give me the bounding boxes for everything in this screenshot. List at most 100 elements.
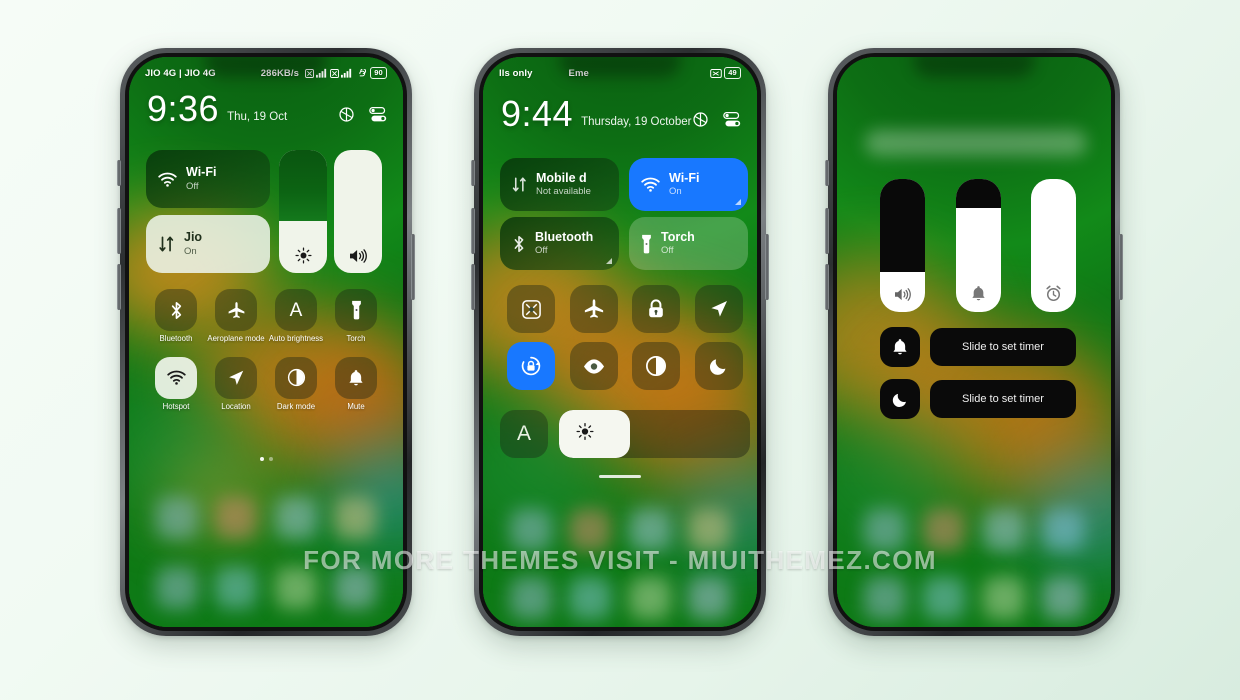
tile-title: Wi-Fi <box>669 170 700 185</box>
silent-switch[interactable] <box>471 160 475 186</box>
toggle-aeroplane-mode[interactable]: Aeroplane mode <box>206 289 266 344</box>
screenshot-icon <box>521 299 541 319</box>
dark-mode-icon <box>287 369 305 387</box>
signal-icon <box>316 68 327 78</box>
carrier-label: lls only <box>499 67 533 79</box>
torch-icon <box>351 300 361 320</box>
dnd-timer-slider[interactable]: Slide to set timer <box>930 380 1076 418</box>
tile-wifi[interactable]: Wi-Fi Off <box>146 150 270 208</box>
aeroplane-icon <box>228 301 244 318</box>
bluetooth-icon <box>171 301 181 319</box>
tile-wifi[interactable]: Wi-Fi On <box>629 158 748 211</box>
volume-up-button[interactable] <box>117 208 121 254</box>
rotation-lock-icon <box>522 356 541 376</box>
tile-subtitle: Off <box>661 245 674 257</box>
toggle-dark-mode[interactable] <box>625 342 688 390</box>
toggle-lock[interactable] <box>625 285 688 333</box>
dnd-timer-row[interactable]: Slide to set timer <box>880 379 1076 419</box>
moon-icon <box>892 393 906 407</box>
expand-corner-icon[interactable] <box>735 199 741 205</box>
sim-card-icon <box>710 68 722 78</box>
toggle-reading-mode[interactable] <box>563 342 626 390</box>
ring-volume-slider[interactable] <box>956 179 1001 312</box>
media-volume-slider[interactable] <box>880 179 925 312</box>
volume-slider[interactable] <box>334 150 382 273</box>
torch-icon <box>642 234 651 253</box>
volume-up-button[interactable] <box>825 208 829 254</box>
toggle-grid <box>500 285 750 390</box>
clock-date: Thursday, 19 October <box>581 116 692 128</box>
ring-timer-icon-button[interactable] <box>880 327 920 367</box>
expand-corner-icon[interactable] <box>606 258 612 264</box>
tile-title: Wi-Fi <box>186 165 217 180</box>
brightness-slider[interactable] <box>279 150 327 273</box>
toggle-screenshot[interactable] <box>500 285 563 333</box>
hotspot-icon <box>166 371 186 386</box>
ring-timer-label: Slide to set timer <box>962 341 1044 353</box>
silent-switch[interactable] <box>117 160 121 186</box>
dnd-timer-icon-button[interactable] <box>880 379 920 419</box>
toggle-mute[interactable]: Mute <box>326 356 386 412</box>
tile-torch[interactable]: Torch Off <box>629 217 748 270</box>
page-dot[interactable] <box>268 457 273 461</box>
toggle-label: Hotspot <box>162 401 190 411</box>
aeroplane-icon <box>584 299 603 318</box>
power-button[interactable] <box>1119 234 1123 300</box>
toggle-location[interactable] <box>688 285 751 333</box>
edit-toggles-icon[interactable] <box>723 111 741 128</box>
signal-icon <box>341 68 352 78</box>
data-arrows-icon <box>159 236 174 252</box>
toggle-torch[interactable]: Torch <box>326 289 386 344</box>
brightness-row: A <box>500 410 750 458</box>
carrier-label: JIO 4G | JIO 4G <box>145 67 216 79</box>
volume-down-button[interactable] <box>117 264 121 310</box>
toggle-rotation-lock[interactable] <box>500 342 563 390</box>
toggle-bluetooth[interactable]: Bluetooth <box>146 289 206 344</box>
tile-mobile-data[interactable]: Jio On <box>146 215 270 273</box>
toggle-auto-brightness[interactable]: A Auto brightness <box>266 289 326 344</box>
alarm-clock-icon <box>1046 285 1061 302</box>
clock-time: 9:44 <box>501 93 574 134</box>
sim1-icon <box>305 68 314 78</box>
volume-panel: Slide to set timer Slide to set timer <box>837 57 1111 627</box>
dark-mode-icon <box>646 355 667 377</box>
settings-gear-icon[interactable] <box>692 111 709 128</box>
toggle-aeroplane-mode[interactable] <box>563 285 626 333</box>
toggle-label: Bluetooth <box>159 334 193 343</box>
settings-gear-icon[interactable] <box>338 106 355 123</box>
toggle-hotspot[interactable]: Hotspot <box>146 356 206 412</box>
control-center-page-1: JIO 4G | JIO 4G 286KB/s 90 9:36 Thu, 19 … <box>129 57 403 627</box>
auto-brightness-icon: A <box>289 299 303 321</box>
silent-switch[interactable] <box>825 160 829 186</box>
toggle-do-not-disturb[interactable] <box>688 342 751 390</box>
tile-mobile-data[interactable]: Mobile d Not available <box>500 158 619 211</box>
vpn-link-icon <box>359 68 367 76</box>
auto-brightness-button[interactable]: A <box>500 410 548 458</box>
edit-toggles-icon[interactable] <box>369 106 387 123</box>
network-speed-label: 286KB/s <box>260 67 299 79</box>
alarm-volume-slider[interactable] <box>1031 179 1076 312</box>
status-bar: lls only Eme 49 <box>483 67 757 79</box>
toggle-dark-mode[interactable]: Dark mode <box>266 356 326 412</box>
volume-down-button[interactable] <box>825 264 829 310</box>
tile-subtitle: Not available <box>536 186 591 198</box>
ring-timer-slider[interactable]: Slide to set timer <box>930 328 1076 366</box>
page-dots[interactable] <box>129 457 403 461</box>
volume-down-button[interactable] <box>471 264 475 310</box>
wifi-icon <box>641 177 660 192</box>
brightness-icon <box>294 247 312 264</box>
page-dot[interactable] <box>259 457 264 461</box>
power-button[interactable] <box>765 234 769 300</box>
power-button[interactable] <box>411 234 415 300</box>
toggle-label: Dark mode <box>276 401 316 411</box>
moon-icon <box>709 359 726 375</box>
brightness-slider[interactable] <box>559 410 750 458</box>
volume-up-button[interactable] <box>471 208 475 254</box>
home-indicator[interactable] <box>599 475 641 478</box>
tile-bluetooth[interactable]: Bluetooth Off <box>500 217 619 270</box>
data-arrows-icon <box>512 177 526 192</box>
toggle-location[interactable]: Location <box>206 356 266 412</box>
clock-row: 9:36 Thu, 19 Oct <box>147 91 387 127</box>
ring-timer-row[interactable]: Slide to set timer <box>880 327 1076 367</box>
tile-title: Torch <box>661 229 695 244</box>
